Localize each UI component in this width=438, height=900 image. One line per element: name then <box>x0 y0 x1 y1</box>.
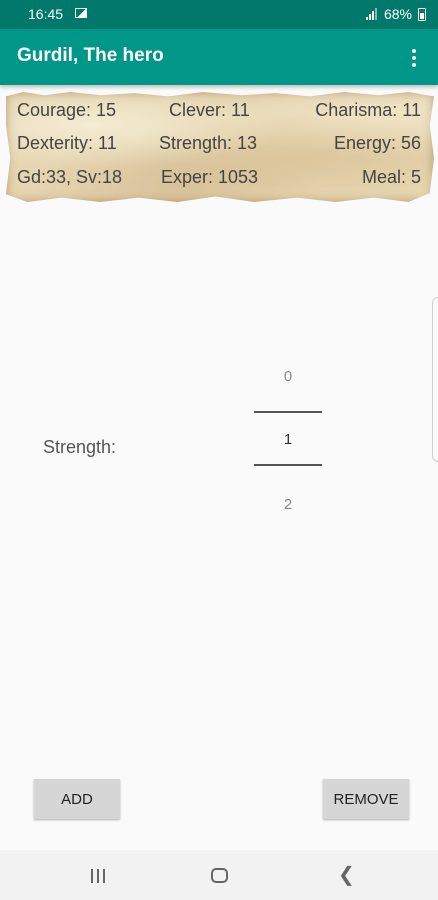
stat-strength: Strength: 13 <box>159 133 258 153</box>
remove-button[interactable]: REMOVE <box>323 779 409 819</box>
stat-gold-silver: Gd:33, Sv:18 <box>17 167 123 187</box>
app-bar: Gurdil, The hero <box>0 29 438 85</box>
app-title: Gurdil, The hero <box>17 45 164 66</box>
add-button[interactable]: ADD <box>34 779 120 819</box>
stat-dexterity: Dexterity: 11 <box>17 133 117 153</box>
status-time: 16:45 <box>28 6 64 22</box>
battery-icon <box>418 7 426 21</box>
back-icon[interactable]: ❮ <box>338 865 355 885</box>
status-bar: 16:45 68% <box>0 0 438 29</box>
stat-energy: Energy: 56 <box>333 133 421 153</box>
stat-charisma: Charisma: 11 <box>315 100 421 120</box>
picker-divider-top <box>254 411 322 413</box>
picker-previous-value[interactable]: 0 <box>254 368 322 385</box>
navigation-bar: ❮ <box>0 850 438 900</box>
recents-icon[interactable] <box>89 869 107 883</box>
more-vert-icon[interactable] <box>404 46 424 70</box>
edge-panel-handle[interactable] <box>432 297 438 462</box>
stat-experience: Exper: 1053 <box>161 167 259 187</box>
stat-clever: Clever: 11 <box>169 100 250 120</box>
stat-meal: Meal: 5 <box>361 167 421 187</box>
battery-percent: 68% <box>383 6 412 22</box>
picker-label: Strength: <box>43 437 117 457</box>
home-icon[interactable] <box>211 868 228 883</box>
picker-selected-value[interactable]: 1 <box>254 431 322 448</box>
stat-courage: Courage: 15 <box>17 100 117 120</box>
signal-icon <box>365 8 377 20</box>
status-indicators: 68% <box>365 6 426 22</box>
picker-divider-bottom <box>254 464 322 466</box>
image-notification-icon <box>75 8 87 18</box>
picker-next-value[interactable]: 2 <box>254 496 322 513</box>
